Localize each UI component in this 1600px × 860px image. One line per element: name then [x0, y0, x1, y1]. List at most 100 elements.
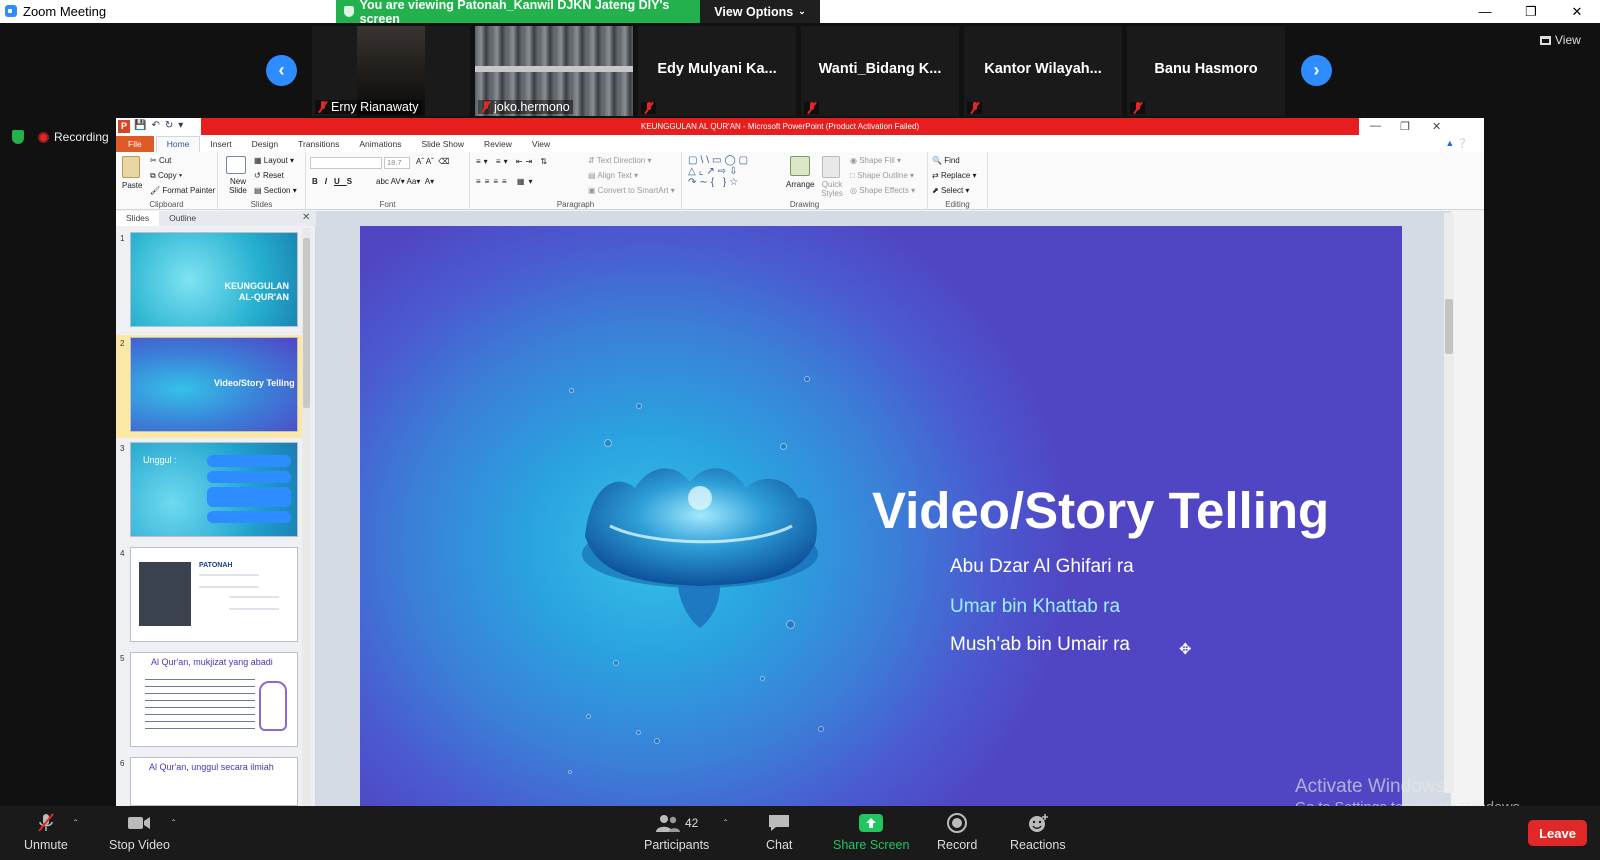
ribbon: Paste ✂ Cut ⧉ Copy ▾ 🖌 Format Painter Cl…: [116, 152, 1484, 210]
paste-button[interactable]: Paste: [122, 181, 142, 190]
record-button[interactable]: Record: [937, 813, 977, 852]
participant-count: 42: [684, 816, 699, 830]
slide-bullet[interactable]: Abu Dzar Al Ghifari ra: [950, 556, 1134, 578]
replace-button[interactable]: ⇄ Replace ▾: [932, 171, 977, 180]
select-label: Select: [940, 186, 964, 195]
tab-slides[interactable]: Slides: [116, 211, 160, 226]
slide-thumbnail[interactable]: PATONAH: [130, 547, 298, 642]
gallery-prev-button[interactable]: ‹: [266, 55, 297, 86]
slides-pane-scrollbar[interactable]: [302, 228, 311, 806]
chat-label: Chat: [766, 838, 793, 852]
tab-file[interactable]: File: [116, 136, 154, 152]
font-name-dropdown[interactable]: [310, 157, 382, 169]
quick-styles-icon[interactable]: [822, 156, 840, 178]
tab-view[interactable]: View: [522, 139, 560, 152]
quick-access-toolbar[interactable]: 💾↶↻▾: [134, 120, 188, 131]
chat-button[interactable]: Chat: [766, 813, 792, 852]
audio-options-caret-icon[interactable]: ˆ: [74, 819, 77, 830]
slide-thumbnail[interactable]: KEUNGGULAN AL-QUR'AN: [130, 232, 298, 327]
align-text-button[interactable]: ▤ Align Text ▾: [588, 171, 638, 180]
tab-review[interactable]: Review: [474, 139, 522, 152]
tab-insert[interactable]: Insert: [200, 139, 241, 152]
participant-tile[interactable]: Kantor Wilayah...: [964, 26, 1122, 116]
thumbnail-title: Al Qur'an, mukjizat yang abadi: [151, 657, 273, 667]
leave-button[interactable]: Leave: [1528, 820, 1587, 846]
slides-pane-tabs: Slides Outline: [116, 211, 316, 226]
group-label: Editing: [945, 200, 970, 209]
slide-bullet[interactable]: Mush'ab bin Umair ra: [950, 634, 1130, 656]
slide-thumbnail-selected[interactable]: Video/Story Telling: [130, 337, 298, 432]
quick-styles-button[interactable]: Quick Styles: [818, 180, 846, 198]
layout-button[interactable]: ▦ Layout ▾: [254, 156, 294, 165]
participant-caption: joko.hermono: [478, 100, 573, 114]
reactions-button[interactable]: Reactions: [1010, 813, 1066, 852]
replace-label: Replace: [940, 171, 971, 180]
participant-caption: [967, 102, 982, 114]
find-button[interactable]: 🔍 Find: [932, 156, 960, 165]
stop-video-button[interactable]: Stop Video: [109, 813, 170, 852]
gallery-next-button[interactable]: ›: [1301, 55, 1332, 86]
restore-icon[interactable]: ❐: [1508, 0, 1554, 23]
participant-tile[interactable]: Wanti_Bidang K...: [801, 26, 959, 116]
stop-video-label: Stop Video: [109, 838, 170, 852]
reset-button[interactable]: ↺ Reset: [254, 171, 284, 180]
ppt-close-icon[interactable]: ✕: [1432, 120, 1441, 133]
shape-effects-button[interactable]: ◎ Shape Effects ▾: [850, 186, 915, 195]
tab-outline[interactable]: Outline: [159, 211, 206, 226]
new-slide-button[interactable]: New Slide: [224, 177, 252, 195]
shape-fill-button[interactable]: ◉ Shape Fill ▾: [850, 156, 901, 165]
tab-animations[interactable]: Animations: [349, 139, 411, 152]
cut-button[interactable]: ✂ Cut: [150, 156, 171, 165]
font-style-buttons[interactable]: BIUS: [312, 177, 359, 186]
participant-name: Banu Hasmoro: [1154, 61, 1258, 77]
view-options-button[interactable]: View Options ⌄: [700, 0, 820, 23]
font-effects-buttons[interactable]: abc AV▾ Aa▾ A▾: [376, 177, 434, 186]
new-slide-icon[interactable]: [226, 156, 246, 174]
convert-smartart-button[interactable]: ▣ Convert to SmartArt ▾: [588, 186, 675, 195]
text-direction-button[interactable]: ⇵ Text Direction ▾: [588, 156, 652, 165]
minimize-icon[interactable]: —: [1462, 0, 1508, 23]
participant-tile[interactable]: Banu Hasmoro: [1127, 26, 1285, 116]
editor-scrollbar[interactable]: [1444, 213, 1454, 793]
ppt-restore-icon[interactable]: ❐: [1400, 120, 1410, 133]
close-pane-icon[interactable]: ✕: [302, 212, 310, 223]
help-icon[interactable]: ▲ ❔: [1445, 138, 1484, 152]
arrange-button[interactable]: Arrange: [786, 180, 814, 189]
slide-thumbnail[interactable]: Al Qur'an, mukjizat yang abadi: [130, 652, 298, 747]
participant-tile[interactable]: Edy Mulyani Ka...: [638, 26, 796, 116]
shape-outline-button[interactable]: □ Shape Outline ▾: [850, 171, 914, 180]
paste-icon[interactable]: [122, 156, 140, 178]
copy-button[interactable]: ⧉ Copy ▾: [150, 171, 182, 181]
slide-number: 5: [120, 654, 125, 663]
shapes-gallery[interactable]: ▢\\▭◯▢ △⌞↗⇨⇩ ↷∼{ }☆: [688, 155, 751, 188]
ppt-minimize-icon[interactable]: —: [1370, 120, 1381, 132]
participants-caret-icon[interactable]: ˆ: [724, 819, 727, 830]
tab-slide-show[interactable]: Slide Show: [411, 139, 474, 152]
current-slide[interactable]: Video/Story Telling Abu Dzar Al Ghifari …: [360, 226, 1402, 806]
tab-transitions[interactable]: Transitions: [288, 139, 349, 152]
select-button[interactable]: ⬈ Select ▾: [932, 186, 969, 195]
tab-design[interactable]: Design: [242, 139, 288, 152]
list-buttons[interactable]: ≡▾ ≡▾ ⇤⇥ ⇅: [476, 157, 550, 166]
slide-number: 6: [120, 759, 125, 768]
slide-bullet[interactable]: Umar bin Khattab ra: [950, 596, 1120, 618]
section-button[interactable]: ▤ Section ▾: [254, 186, 297, 195]
slides-pane: 1 KEUNGGULAN AL-QUR'AN 2 Video/Story Tel…: [116, 226, 316, 806]
alignment-buttons[interactable]: ≡≡≡≡ ▦▾: [476, 177, 536, 186]
view-button[interactable]: View: [1540, 33, 1581, 47]
close-icon[interactable]: ✕: [1554, 0, 1600, 23]
tab-home[interactable]: Home: [155, 136, 201, 152]
participant-tile[interactable]: Erny Rianawaty: [312, 26, 470, 116]
arrange-icon[interactable]: [790, 156, 810, 176]
participant-tile[interactable]: joko.hermono: [475, 26, 633, 116]
format-painter-button[interactable]: 🖌 Format Painter: [150, 186, 215, 195]
font-grow-shrink-buttons[interactable]: Aˆ Aˇ ⌫: [416, 157, 450, 166]
share-screen-button[interactable]: Share Screen: [833, 813, 909, 852]
video-options-caret-icon[interactable]: ˆ: [172, 819, 175, 830]
unmute-button[interactable]: Unmute: [24, 813, 68, 852]
slide-title[interactable]: Video/Story Telling: [872, 481, 1329, 540]
slide-thumbnail[interactable]: Al Qur'an, unggul secara ilmiah: [130, 757, 298, 806]
slide-thumbnail[interactable]: Unggul :: [130, 442, 298, 537]
participants-button[interactable]: 42 Participants: [644, 813, 709, 852]
font-size-dropdown[interactable]: 18.7: [384, 157, 410, 169]
